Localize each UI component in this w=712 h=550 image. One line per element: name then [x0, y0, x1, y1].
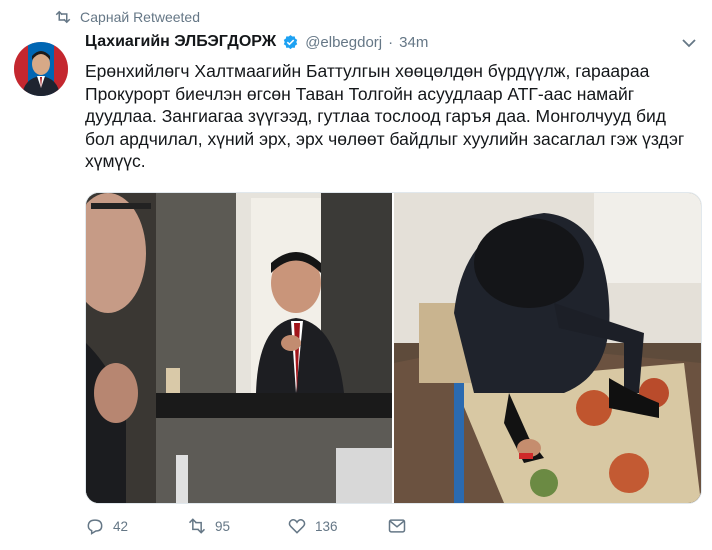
mirror-photo-image — [86, 193, 392, 503]
like-count: 136 — [315, 518, 338, 534]
reply-button[interactable]: 42 — [85, 516, 187, 536]
retweet-count: 95 — [215, 518, 231, 534]
tweet-actions: 42 95 136 — [85, 516, 407, 536]
verified-badge-icon — [283, 34, 298, 49]
retweet-icon — [188, 518, 206, 534]
tweet-timestamp[interactable]: 34m — [399, 34, 428, 51]
separator-dot: · — [388, 33, 394, 51]
retweet-button[interactable]: 95 — [187, 516, 287, 536]
retweet-context[interactable]: Сарнай Retweeted — [54, 8, 200, 26]
author-name[interactable]: Цахиагийн ЭЛБЭГДОРЖ — [85, 33, 276, 51]
chevron-down-icon[interactable] — [682, 38, 696, 48]
like-button[interactable]: 136 — [287, 516, 387, 536]
tweet-media[interactable] — [85, 192, 702, 504]
tweet-text: Ерөнхийлөгч Халтмаагийн Баттулгын хөөцөл… — [85, 61, 685, 171]
retweeted-by-label: Сарнай Retweeted — [80, 9, 200, 25]
reply-count: 42 — [113, 518, 129, 534]
avatar-image — [14, 42, 68, 96]
photo-shoes[interactable] — [394, 193, 701, 503]
author-handle[interactable]: @elbegdorj — [305, 34, 382, 51]
shoes-photo-image — [394, 193, 701, 503]
tweet-header: Цахиагийн ЭЛБЭГДОРЖ @elbegdorj · 34m — [85, 33, 428, 51]
envelope-icon — [388, 519, 406, 533]
avatar[interactable] — [14, 42, 68, 96]
retweet-icon — [55, 10, 71, 24]
direct-message-button[interactable] — [387, 516, 407, 536]
heart-icon — [288, 519, 306, 534]
photo-mirror[interactable] — [86, 193, 392, 503]
reply-icon — [87, 519, 103, 535]
